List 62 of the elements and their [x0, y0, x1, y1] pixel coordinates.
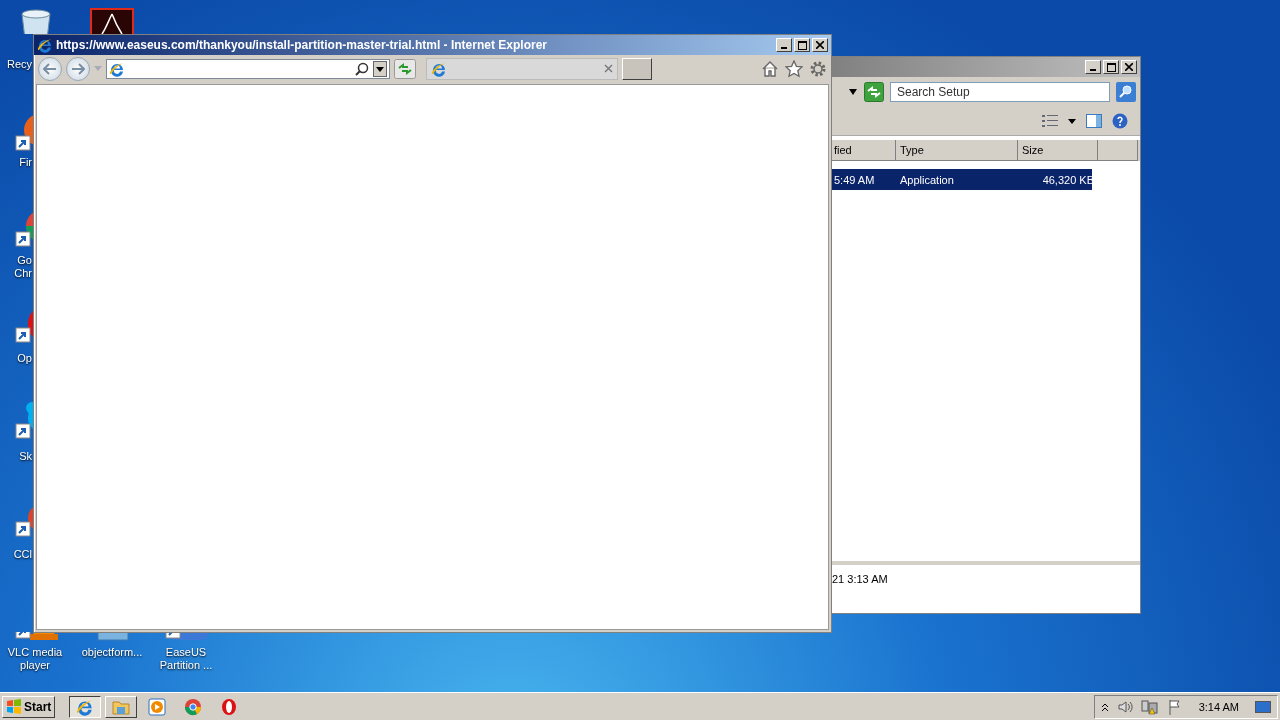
browser-logo-icon — [431, 60, 447, 77]
search-field[interactable]: Search Setup — [890, 82, 1110, 102]
new-tab-button[interactable] — [622, 57, 652, 80]
maximize-button[interactable] — [1103, 60, 1119, 74]
start-logo-icon — [6, 698, 22, 715]
refresh-icon[interactable] — [864, 82, 884, 102]
maximize-icon — [1106, 62, 1116, 72]
browser-logo-icon — [109, 60, 125, 77]
icon-label: Recy — [5, 58, 32, 71]
arrow-right-icon — [71, 62, 85, 75]
icon-label: EaseUS Partition ... — [158, 646, 214, 672]
arrow-left-icon — [43, 62, 57, 75]
icon-label: Fir — [18, 156, 32, 169]
list-view-icon[interactable] — [1042, 114, 1058, 128]
clock[interactable]: 3:14 AM — [1198, 700, 1239, 713]
speaker-icon[interactable] — [1116, 698, 1133, 715]
column-header[interactable] — [1098, 140, 1138, 161]
minimize-button[interactable] — [1085, 60, 1101, 74]
column-header[interactable]: Type — [896, 140, 1018, 161]
search-icon[interactable] — [355, 61, 369, 76]
close-icon[interactable] — [604, 64, 613, 73]
home-icon[interactable] — [761, 59, 779, 78]
icon-label: Go Chr — [13, 254, 32, 280]
browser-logo-icon — [37, 37, 53, 53]
icon-label: VLC media player — [6, 646, 64, 672]
table-cell-text: 5:49 AM — [833, 173, 876, 186]
icon-label: objectform... — [80, 646, 144, 659]
minimize-button[interactable] — [776, 38, 792, 52]
caret-icon[interactable] — [1068, 118, 1076, 124]
icon-label: Sk — [18, 450, 32, 463]
help-icon[interactable] — [1112, 113, 1128, 129]
flag-icon[interactable] — [1166, 698, 1183, 715]
close-button[interactable] — [812, 38, 828, 52]
maximize-button[interactable] — [794, 38, 810, 52]
dropdown-icon[interactable] — [373, 60, 387, 77]
icon-label: CCl — [12, 548, 32, 561]
date-text: 21 3:13 AM — [832, 573, 888, 585]
start-button[interactable]: Start — [2, 695, 56, 718]
document-app-icon[interactable] — [90, 8, 134, 34]
address-bar[interactable] — [106, 58, 390, 79]
preview-pane-icon[interactable] — [1086, 114, 1102, 128]
star-icon[interactable] — [785, 59, 803, 78]
table-cell-text: Application — [899, 173, 955, 186]
refresh-icon[interactable] — [394, 58, 416, 79]
chevron-up-icon[interactable] — [1100, 701, 1109, 712]
icon-label: Op — [16, 352, 32, 365]
ring-logo-icon — [220, 697, 239, 716]
column-header[interactable]: Size — [1018, 140, 1098, 161]
close-icon — [816, 41, 824, 49]
close-icon — [1125, 63, 1133, 71]
back-button[interactable] — [38, 56, 62, 81]
settings-icon[interactable] — [809, 59, 827, 78]
taskbar-button[interactable] — [69, 695, 102, 718]
play-icon — [148, 697, 167, 716]
window-title: https://www.easeus.com/thankyou/install-partition-master-trial.html - Internet Explorer — [56, 38, 547, 52]
show-desktop-icon[interactable] — [1255, 698, 1271, 715]
maximize-icon — [797, 40, 807, 50]
caret-icon[interactable] — [848, 89, 858, 95]
browser-wheel-icon — [184, 697, 203, 716]
network-warning-icon[interactable] — [1140, 698, 1159, 715]
forward-button[interactable] — [66, 56, 90, 81]
close-button[interactable] — [1121, 60, 1137, 74]
